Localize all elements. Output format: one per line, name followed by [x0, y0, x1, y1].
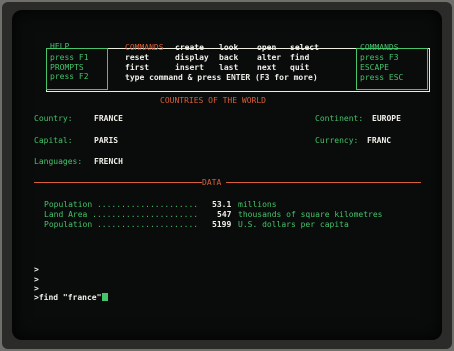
screen-title: COUNTRIES OF THE WORLD	[160, 96, 266, 105]
prompt-line: >	[34, 275, 39, 284]
cmd-create[interactable]: create	[175, 43, 204, 52]
capital-value[interactable]: PARIS	[94, 136, 118, 145]
data-row-label: Population .....................	[44, 200, 199, 209]
data-rule-left	[34, 182, 202, 183]
text-cursor	[102, 293, 108, 301]
help-label[interactable]: HELP	[50, 42, 69, 51]
currency-label: Currency:	[315, 136, 359, 145]
prompt-line: >	[34, 265, 39, 274]
data-row-label: Land Area ......................	[44, 210, 199, 219]
country-label: Country:	[34, 114, 73, 123]
cmd-look[interactable]: look	[219, 43, 238, 52]
cmd-quit[interactable]: quit	[290, 63, 309, 72]
cmd-select[interactable]: select	[290, 43, 319, 52]
cmd-back[interactable]: back	[219, 53, 238, 62]
cmd-first[interactable]: first	[125, 63, 149, 72]
capital-label: Capital:	[34, 136, 73, 145]
help-key-hint: press F1	[50, 53, 89, 62]
cmd-display[interactable]: display	[175, 53, 209, 62]
cmd-insert[interactable]: insert	[175, 63, 204, 72]
data-rule-right	[226, 182, 421, 183]
commands-title: COMMANDS	[125, 43, 164, 52]
prompts-label[interactable]: PROMPTS	[50, 63, 84, 72]
cmd-alter[interactable]: alter	[257, 53, 281, 62]
prompts-key-hint: press F2	[50, 72, 89, 81]
command-line-input[interactable]: >find "france"	[34, 293, 101, 302]
currency-value[interactable]: FRANC	[367, 136, 391, 145]
crt-screen: HELP press F1 PROMPTS press F2 COMMANDS …	[12, 10, 442, 340]
data-row-unit: thousands of square kilometres	[238, 210, 383, 219]
country-value[interactable]: FRANCE	[94, 114, 123, 123]
commands-key-hint: press F3	[360, 53, 399, 62]
prompt-line: >	[34, 284, 39, 293]
languages-value[interactable]: FRENCH	[94, 157, 123, 166]
data-row-value: 53.1	[212, 200, 232, 209]
commands-key-label[interactable]: COMMANDS	[360, 43, 399, 52]
languages-label: Languages:	[34, 157, 83, 166]
data-row-unit: millions	[238, 200, 277, 209]
command-hint: type command & press ENTER (F3 for more)	[125, 73, 318, 82]
cmd-last[interactable]: last	[219, 63, 238, 72]
cmd-reset[interactable]: reset	[125, 53, 149, 62]
escape-key-hint: press ESC	[360, 73, 404, 82]
cmd-next[interactable]: next	[257, 63, 276, 72]
escape-label[interactable]: ESCAPE	[360, 63, 389, 72]
data-row-value: 547	[217, 210, 232, 219]
continent-label: Continent:	[315, 114, 364, 123]
continent-value[interactable]: EUROPE	[372, 114, 401, 123]
cmd-find[interactable]: find	[290, 53, 309, 62]
cmd-open[interactable]: open	[257, 43, 276, 52]
data-section-title: DATA	[202, 178, 222, 187]
data-row-unit: U.S. dollars per capita	[238, 220, 349, 229]
data-row-label: Population .....................	[44, 220, 199, 229]
data-row-value: 5199	[212, 220, 232, 229]
